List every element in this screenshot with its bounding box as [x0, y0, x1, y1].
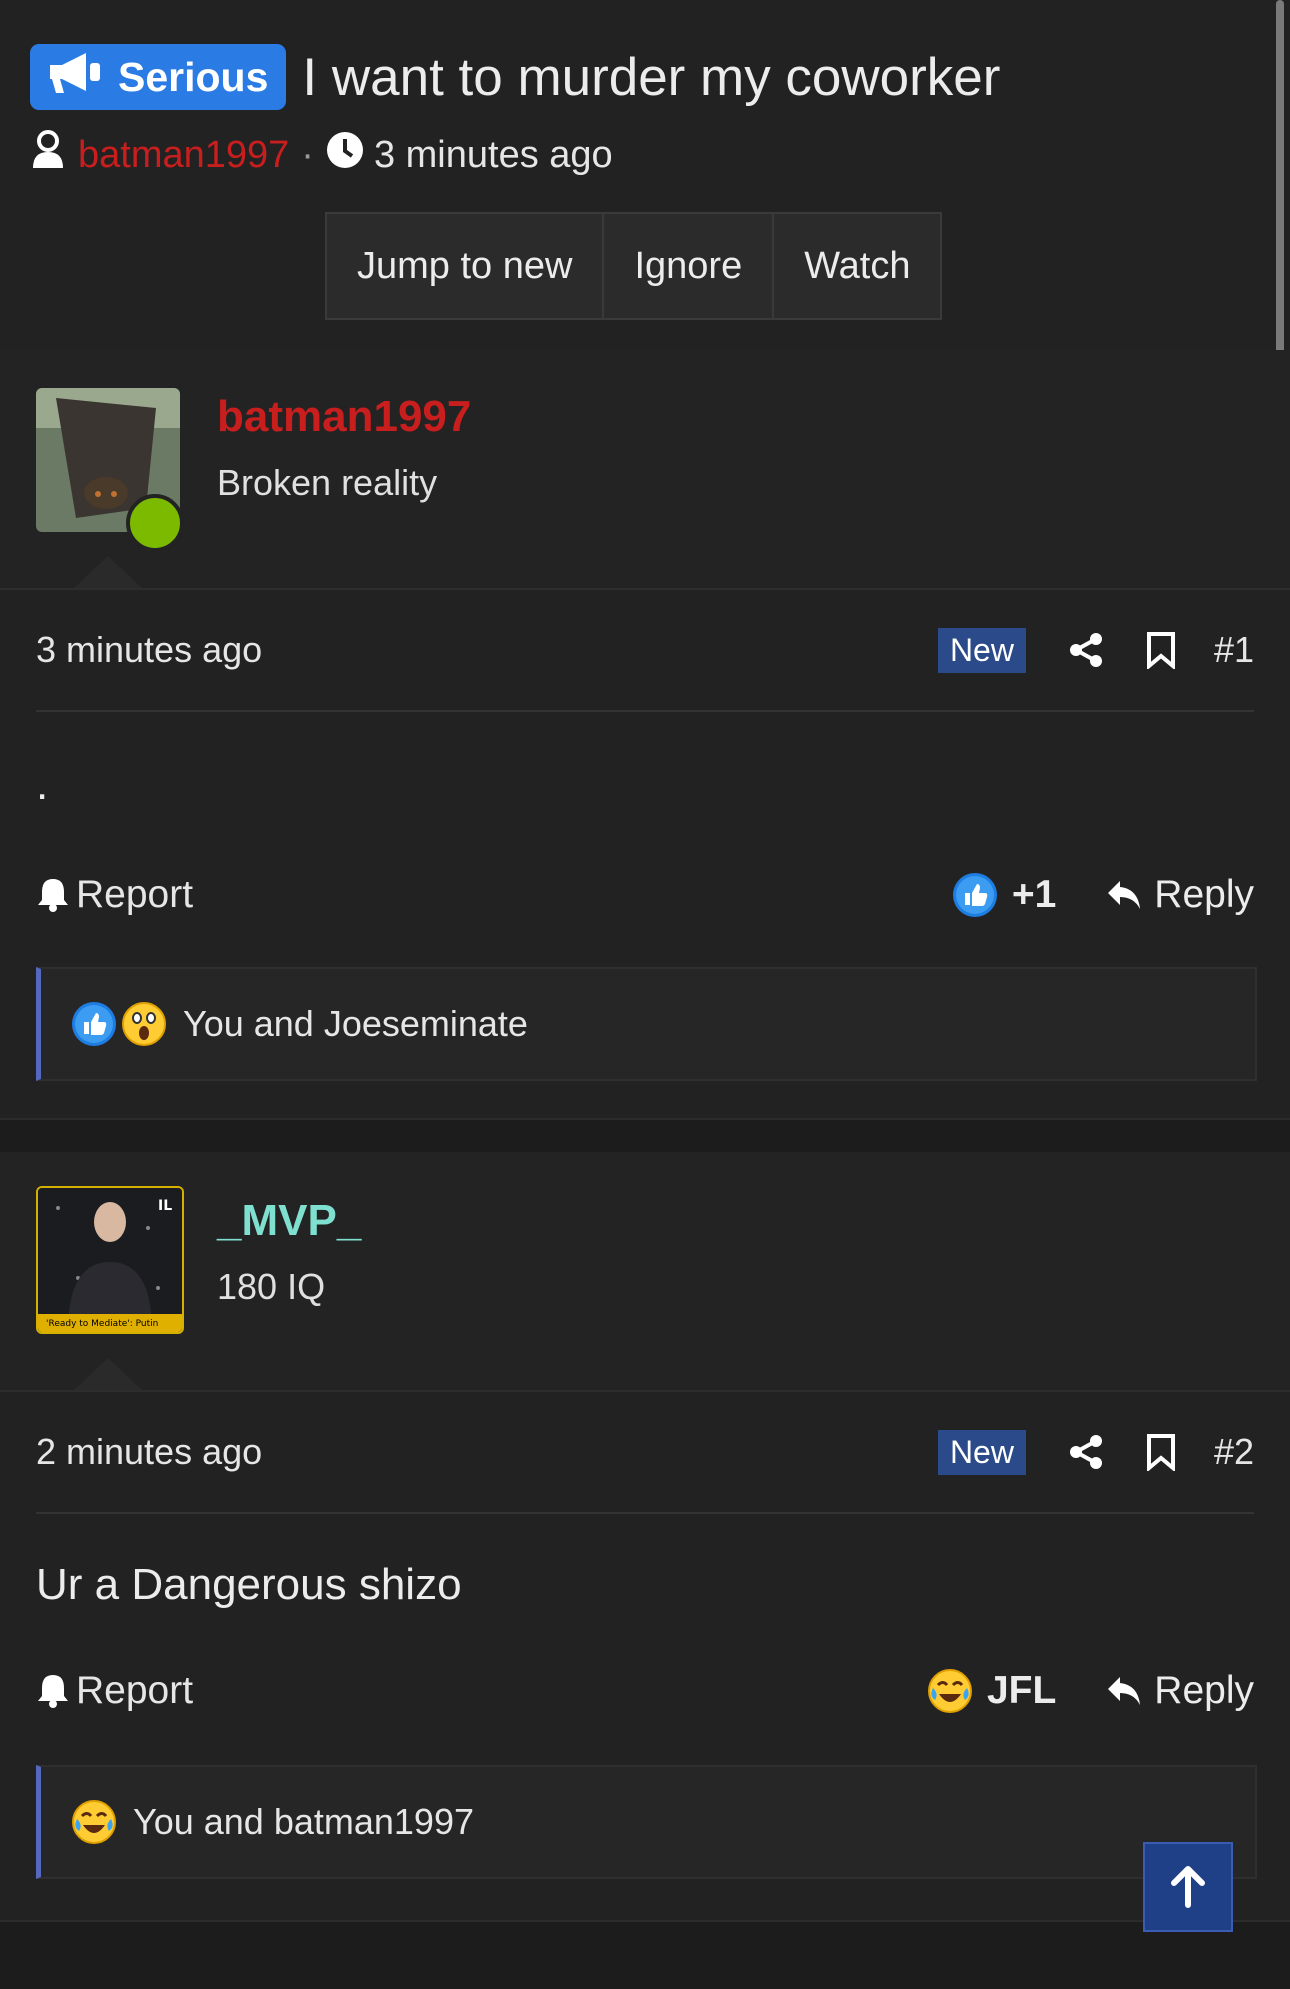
- bookmark-icon[interactable]: [1146, 1433, 1176, 1471]
- post-body: .: [36, 760, 49, 809]
- post-divider: [0, 1920, 1290, 1989]
- reaction-label: +1: [1011, 873, 1057, 916]
- reactions-text[interactable]: You and batman1997: [133, 1801, 474, 1843]
- new-badge: New: [937, 627, 1026, 673]
- reply-label: Reply: [1154, 1669, 1254, 1712]
- avatar[interactable]: 'Ready to Mediate': Putin IL: [36, 1186, 184, 1334]
- user-title: Broken reality: [217, 462, 438, 503]
- post-divider: [0, 1118, 1290, 1156]
- post-number-link[interactable]: #2: [1214, 1431, 1254, 1473]
- post-user-block: batman1997 Broken reality: [0, 350, 1290, 590]
- megaphone-icon: [46, 49, 104, 105]
- reactions-bar[interactable]: You and Joeseminate: [36, 967, 1257, 1081]
- laughing-crying-icon: [927, 1669, 972, 1713]
- wow-icon: [122, 1002, 166, 1046]
- post-time[interactable]: 2 minutes ago: [36, 1431, 262, 1473]
- avatar-badge-text: IL: [158, 1198, 172, 1214]
- reply-button[interactable]: Reply: [1106, 1669, 1254, 1713]
- thread-actions: Jump to new Ignore Watch: [325, 212, 943, 320]
- report-button[interactable]: Report: [36, 1669, 193, 1713]
- share-icon[interactable]: [1068, 632, 1104, 668]
- reaction-label: JFL: [986, 1669, 1057, 1712]
- reply-icon: [1108, 1677, 1141, 1705]
- user-title: 180 IQ: [217, 1266, 326, 1307]
- share-icon[interactable]: [1068, 1434, 1104, 1470]
- watch-button[interactable]: Watch: [772, 212, 943, 320]
- user-icon: [30, 130, 66, 180]
- thread-author-link[interactable]: batman1997: [78, 134, 289, 177]
- scroll-to-top-button[interactable]: [1143, 1842, 1233, 1932]
- bell-icon: [38, 879, 68, 912]
- prefix-label: Serious: [118, 53, 269, 100]
- user-block-arrow: [74, 556, 142, 588]
- post-number-link[interactable]: #1: [1214, 629, 1254, 671]
- report-label: Report: [76, 873, 194, 916]
- thread-title-row: Serious I want to murder my coworker: [30, 44, 1000, 110]
- reaction-button[interactable]: +1: [952, 872, 1056, 918]
- reply-icon: [1108, 881, 1141, 909]
- new-badge: New: [937, 1429, 1026, 1475]
- reactions-text[interactable]: You and Joeseminate: [183, 1003, 528, 1045]
- post-actions: Report JFL Reply: [36, 1646, 1254, 1736]
- avatar-caption-text: 'Ready to Mediate': Putin: [46, 1319, 158, 1329]
- ignore-button[interactable]: Ignore: [602, 212, 775, 320]
- post-username[interactable]: batman1997: [217, 392, 471, 442]
- scrollbar[interactable]: [1276, 0, 1284, 405]
- clock-icon: [326, 131, 364, 179]
- post-time[interactable]: 3 minutes ago: [36, 629, 262, 671]
- post-meta: 3 minutes ago New #1: [36, 590, 1254, 712]
- post-body: Ur a Dangerous shizo: [36, 1560, 462, 1609]
- like-icon: [72, 1002, 116, 1046]
- page-title: I want to murder my coworker: [302, 47, 1001, 107]
- online-status-icon: [126, 494, 184, 552]
- post-1: batman1997 Broken reality 3 minutes ago …: [0, 350, 1290, 1118]
- post-actions: Report +1 Reply: [36, 850, 1254, 940]
- thread-time: 3 minutes ago: [373, 133, 613, 176]
- bell-icon: [38, 1675, 68, 1708]
- report-label: Report: [76, 1669, 194, 1712]
- prefix-badge[interactable]: Serious: [30, 44, 287, 110]
- reply-button[interactable]: Reply: [1106, 873, 1254, 917]
- thread-header: Serious I want to murder my coworker bat…: [0, 0, 1290, 351]
- like-icon: [952, 873, 997, 917]
- reactions-bar[interactable]: You and batman1997: [36, 1765, 1257, 1879]
- reply-label: Reply: [1154, 873, 1254, 916]
- bookmark-icon[interactable]: [1146, 631, 1176, 669]
- jump-to-new-button[interactable]: Jump to new: [325, 212, 605, 320]
- laughing-crying-icon: [72, 1800, 116, 1844]
- post-user-block: 'Ready to Mediate': Putin IL _MVP_ 180 I…: [0, 1152, 1290, 1392]
- report-button[interactable]: Report: [36, 873, 193, 917]
- thread-meta: batman1997 · 3 minutes ago: [30, 130, 613, 180]
- reaction-button[interactable]: JFL: [927, 1668, 1056, 1714]
- post-2: 'Ready to Mediate': Putin IL _MVP_ 180 I…: [0, 1152, 1290, 1920]
- post-username[interactable]: _MVP_: [217, 1196, 361, 1246]
- meta-separator: ·: [301, 133, 314, 176]
- post-meta: 2 minutes ago New #2: [36, 1392, 1254, 1514]
- arrow-up-icon: [1171, 1866, 1205, 1908]
- user-block-arrow: [74, 1358, 142, 1390]
